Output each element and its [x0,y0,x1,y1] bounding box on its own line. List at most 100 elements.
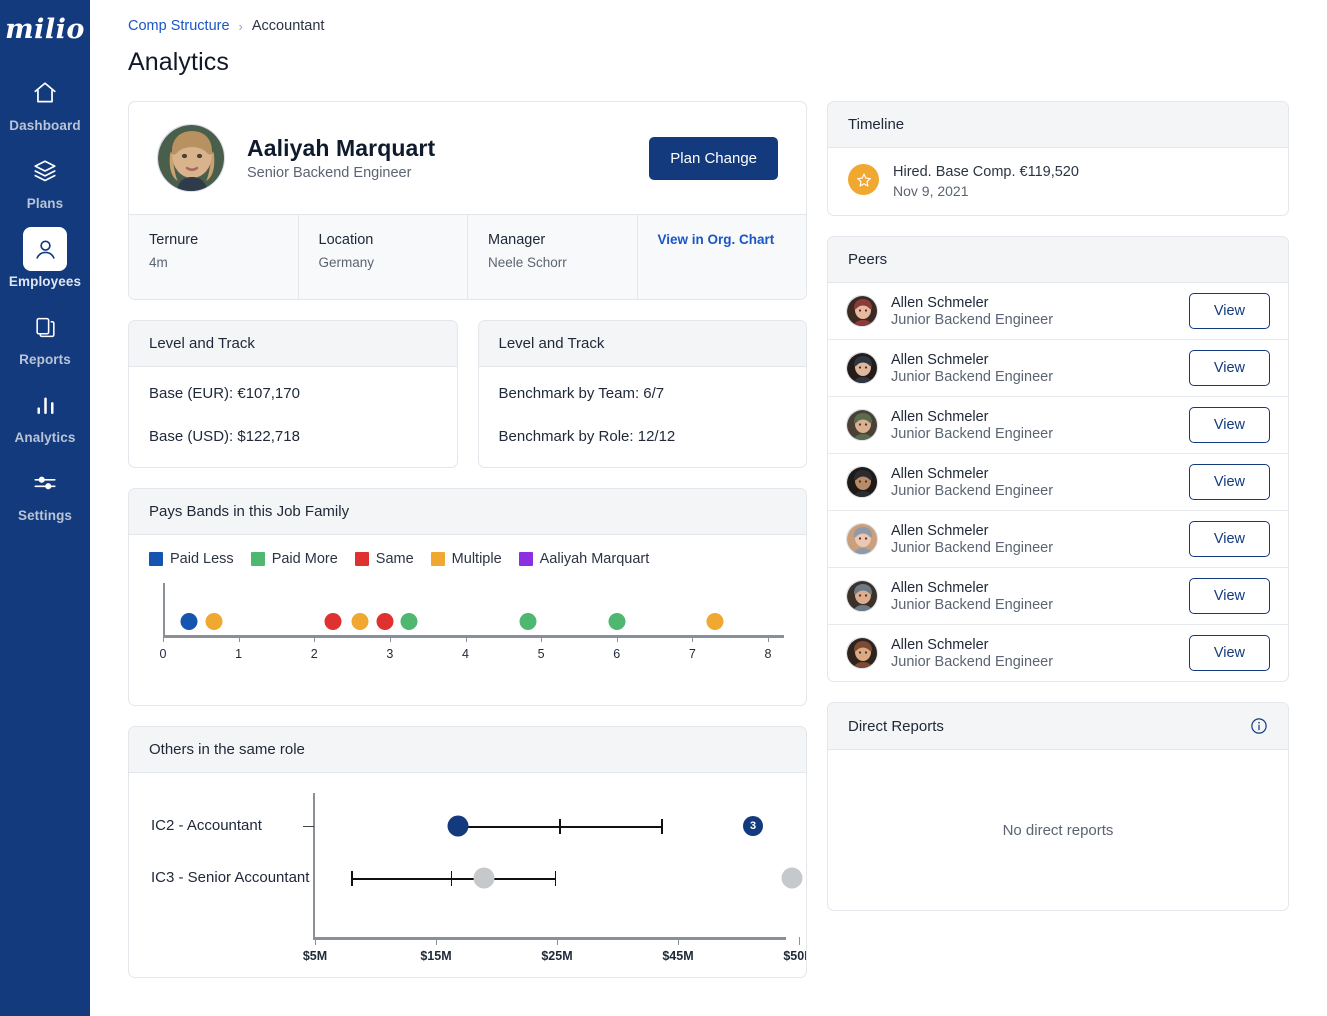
avatar [846,523,878,555]
legend-label: Same [375,551,414,567]
chart-row-label: IC3 - Senior Accountant [151,869,310,886]
chart-data-point[interactable] [180,613,198,630]
stat-label: Location [318,232,374,248]
chart-count-badge[interactable]: 3 [743,816,764,836]
stat-value: Germany [318,255,375,270]
chart-data-point[interactable] [324,613,342,630]
chart-data-point[interactable] [400,613,418,630]
left-column: Aaliyah Marquart Senior Backend Engineer… [128,101,807,978]
chart-y-axis [163,583,165,638]
stat-value: 4m [149,255,168,270]
legend-item[interactable]: Paid More [250,551,338,567]
legend-item[interactable]: Same [354,551,414,567]
chart-x-tick-label: 2 [310,647,318,661]
level-track-pair: Level and Track Base (EUR): €107,170 Bas… [128,320,807,468]
chart-data-point[interactable] [447,815,469,837]
sidebar: milio Dashboard Plans Employees Reports … [0,0,90,1016]
legend-label: Multiple [451,551,502,567]
view-peer-button[interactable]: View [1188,407,1270,443]
info-icon[interactable] [1250,717,1268,735]
chart-x-tick [692,635,694,642]
card-title: Timeline [828,102,1288,148]
view-peer-button[interactable]: View [1188,521,1270,557]
chart-data-point[interactable] [376,613,394,630]
peer-row: Allen Schmeler Junior Backend Engineer Vie… [828,511,1288,568]
view-peer-button[interactable]: View [1188,464,1270,500]
chart-x-axis [313,937,786,940]
sidebar-item-analytics[interactable]: Analytics [0,383,90,445]
legend-swatch [149,552,163,566]
legend-item[interactable]: Aaliyah Marquart [518,551,650,567]
view-peer-button[interactable]: View [1188,350,1270,386]
card-title: Level and Track [478,321,806,367]
peer-info: Allen Schmeler Junior Backend Engineer [891,295,1176,328]
star-icon [848,164,879,195]
home-icon [23,71,67,115]
chart-x-tick [465,635,467,642]
chart-x-tick-label: $45M [662,949,694,963]
chart-outlier-point[interactable] [781,867,803,889]
chart-x-tick [616,635,618,642]
chart-data-point[interactable] [351,613,369,630]
chart-data-point[interactable] [706,613,724,630]
legend-item[interactable]: Paid Less [149,551,234,567]
sidebar-item-dashboard[interactable]: Dashboard [0,71,90,133]
sidebar-item-settings[interactable]: Settings [0,461,90,523]
stat-org-chart: View in Org. Chart [638,215,807,299]
chart-data-point[interactable] [608,613,626,630]
legend-label: Aaliyah Marquart [539,551,650,567]
user-icon [23,227,67,271]
view-peer-button[interactable]: View [1188,293,1270,329]
view-peer-button[interactable]: View [1188,578,1270,614]
timeline-event-text: Hired. Base Comp. €119,520 Nov 9, 2021 [893,164,1079,199]
sidebar-item-plans[interactable]: Plans [0,149,90,211]
view-peer-button[interactable]: View [1188,635,1270,671]
peers-card: Peers Allen Schmeler Junior Backend Engin… [827,236,1289,682]
chart-x-axis [163,635,784,638]
sidebar-item-label: Plans [26,196,64,211]
chart-data-point[interactable] [519,613,536,630]
chart-data-point[interactable] [205,613,223,630]
whisker-cap [559,819,561,834]
direct-reports-empty-state: No direct reports [1002,821,1114,839]
sidebar-item-employees[interactable]: Employees [0,227,90,289]
legend-label: Paid More [271,551,338,567]
chart-data-point[interactable] [473,867,495,889]
chart-x-tick-label: $5M [302,949,328,963]
avatar [846,295,878,327]
chart-x-tick [436,937,437,945]
avatar [846,637,878,669]
legend-item[interactable]: Multiple [430,551,502,567]
card-title: Peers [828,237,1288,283]
sidebar-item-label: Reports [19,352,71,367]
peer-info: Allen Schmeler Junior Backend Engineer [891,466,1176,499]
pay-bands-card: Pays Bands in this Job Family Paid Less P… [128,488,807,706]
avatar [846,409,878,441]
document-icon [23,305,67,349]
timeline-card: Timeline Hired. Base Comp. €119,520 Nov … [827,101,1289,216]
whisker-cap [351,871,353,886]
chart-y-tick [303,826,314,827]
profile-header: Aaliyah Marquart Senior Backend Engineer… [129,102,806,214]
chart-x-tick-label: 5 [537,647,545,661]
card-title: Direct Reports [848,717,944,735]
profile-name: Aaliyah Marquart [247,135,436,161]
view-in-org-chart-link[interactable]: View in Org. Chart [658,232,787,247]
peer-name: Allen Schmeler [891,351,989,368]
level-track-card-right: Level and Track Benchmark by Team: 6/7 B… [477,320,807,468]
stat-label: Manager [488,232,546,248]
sidebar-item-label: Employees [8,274,82,289]
stat-manager: Manager Neele Schorr [468,215,638,299]
peer-role: Junior Backend Engineer [891,311,1054,328]
peer-role: Junior Backend Engineer [891,368,1054,385]
peer-row: Allen Schmeler Junior Backend Engineer Vie… [828,454,1288,511]
app-logo: milio [5,14,85,45]
peer-role: Junior Backend Engineer [891,425,1054,442]
level-track-card-left: Level and Track Base (EUR): €107,170 Bas… [128,320,458,468]
sidebar-item-reports[interactable]: Reports [0,305,90,367]
breadcrumb-link-comp-structure[interactable]: Comp Structure [128,18,230,34]
page-title: Analytics [128,48,229,76]
sidebar-item-label: Analytics [14,430,76,445]
whisker-line [351,878,555,880]
plan-change-button[interactable]: Plan Change [649,136,778,180]
